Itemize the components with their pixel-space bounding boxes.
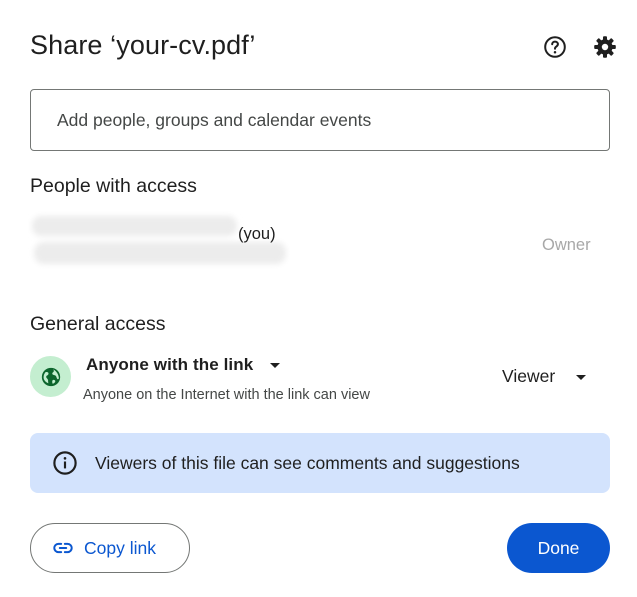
general-access-role-dropdown[interactable]: Viewer bbox=[502, 366, 587, 387]
chevron-down-icon bbox=[270, 363, 281, 368]
share-dialog: Share ‘your-cv.pdf’ People w bbox=[0, 0, 637, 597]
gear-icon bbox=[594, 36, 616, 58]
member-role-owner: Owner bbox=[542, 236, 591, 254]
globe-icon bbox=[41, 367, 60, 386]
general-access-heading: General access bbox=[30, 313, 166, 335]
info-icon bbox=[52, 450, 78, 476]
add-people-field[interactable] bbox=[30, 89, 610, 151]
info-banner-text: Viewers of this file can see comments an… bbox=[95, 452, 520, 473]
general-access-icon-badge bbox=[30, 356, 71, 397]
help-circle-icon bbox=[544, 36, 566, 58]
general-access-role-selected: Viewer bbox=[502, 366, 556, 386]
chevron-down-icon bbox=[576, 374, 587, 380]
copy-link-button[interactable]: Copy link bbox=[30, 523, 190, 573]
dialog-title: Share ‘your-cv.pdf’ bbox=[30, 30, 256, 60]
general-access-description: Anyone on the Internet with the link can… bbox=[83, 387, 370, 403]
general-access-selected: Anyone with the link bbox=[86, 355, 254, 374]
done-label: Done bbox=[537, 537, 580, 558]
info-banner: Viewers of this file can see comments an… bbox=[30, 433, 610, 493]
copy-link-label: Copy link bbox=[84, 537, 156, 558]
people-with-access-heading: People with access bbox=[30, 175, 197, 197]
help-button[interactable] bbox=[541, 33, 569, 61]
add-people-input[interactable] bbox=[31, 90, 609, 150]
member-you-label: (you) bbox=[238, 225, 276, 243]
link-icon bbox=[53, 542, 73, 554]
general-access-dropdown[interactable]: Anyone with the link bbox=[86, 355, 281, 375]
done-button[interactable]: Done bbox=[507, 523, 610, 573]
settings-button[interactable] bbox=[591, 33, 619, 61]
